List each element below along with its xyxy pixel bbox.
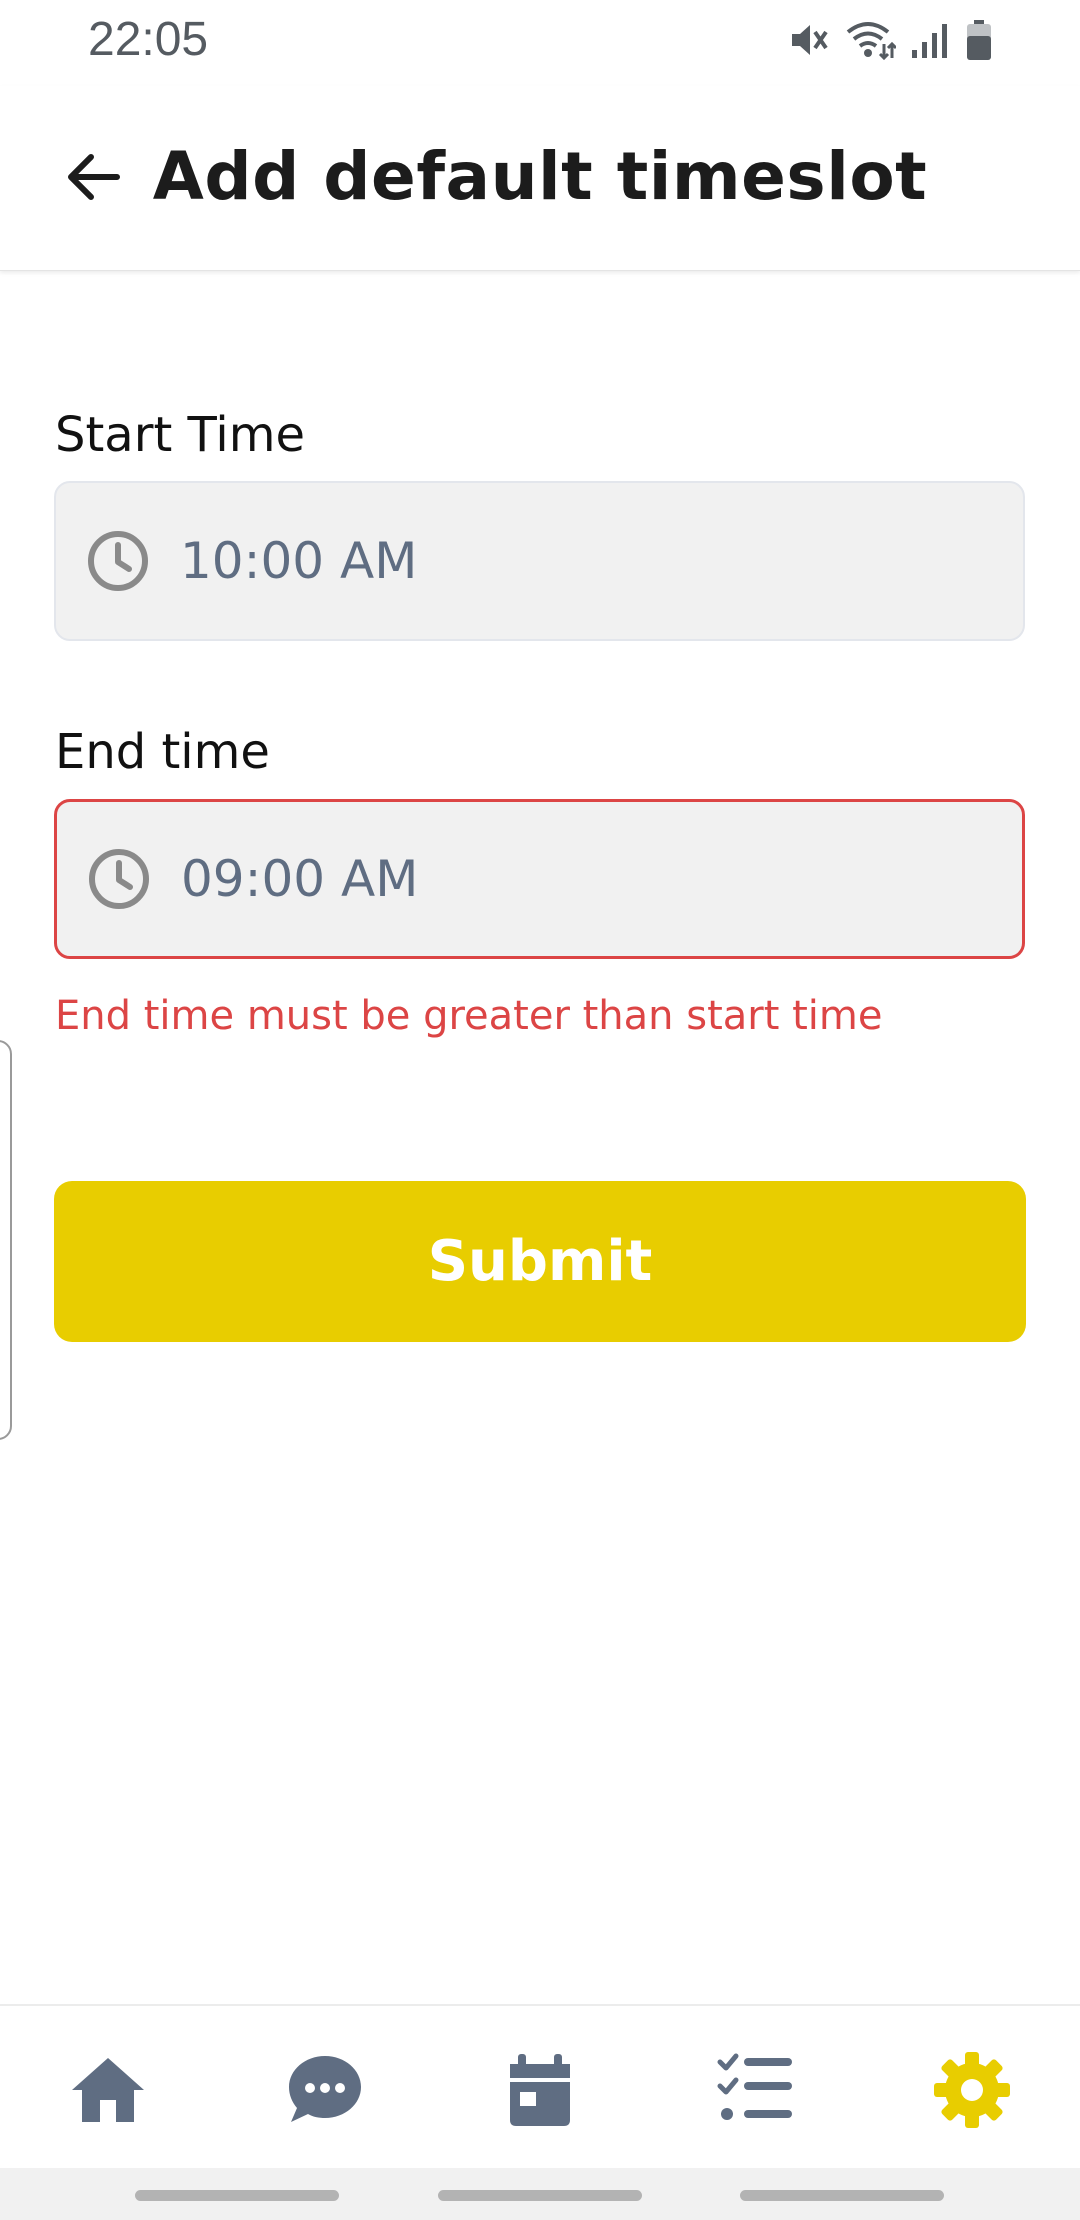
app-bar: Add default timeslot [0,86,1080,271]
wifi-icon [844,18,898,66]
mute-icon [786,18,830,66]
gear-icon [932,2050,1012,2134]
start-time-field[interactable]: 10:00 AM [54,481,1025,641]
signal-icon [910,18,950,66]
calendar-icon [500,2050,580,2134]
status-bar: 22:05 [0,0,1080,86]
status-icons [786,18,994,66]
end-time-label: End time [55,724,270,780]
end-time-value: 09:00 AM [181,850,419,908]
bottom-nav [0,2004,1080,2170]
system-navigation-bar [0,2168,1080,2220]
end-time-error: End time must be greater than start time [55,993,883,1039]
status-time: 22:05 [88,13,209,66]
home-icon [68,2050,148,2134]
submit-button[interactable]: Submit [54,1181,1026,1342]
end-time-field[interactable]: 09:00 AM [54,799,1025,959]
nav-home[interactable] [58,2042,158,2142]
nav-calendar[interactable] [490,2042,590,2142]
clock-icon [86,529,150,593]
home-gesture[interactable] [438,2190,642,2201]
nav-chat[interactable] [275,2042,375,2142]
start-time-value: 10:00 AM [180,532,418,590]
edge-panel-handle[interactable] [0,1040,12,1440]
clock-icon [87,847,151,911]
page-title: Add default timeslot [152,138,928,215]
tasks-icon [716,2050,796,2134]
nav-settings[interactable] [922,2042,1022,2142]
back-gesture[interactable] [740,2190,944,2201]
battery-icon [964,18,994,66]
start-time-label: Start Time [55,407,305,463]
nav-tasks[interactable] [706,2042,806,2142]
recent-apps-gesture[interactable] [135,2190,339,2201]
chat-icon [285,2050,365,2134]
